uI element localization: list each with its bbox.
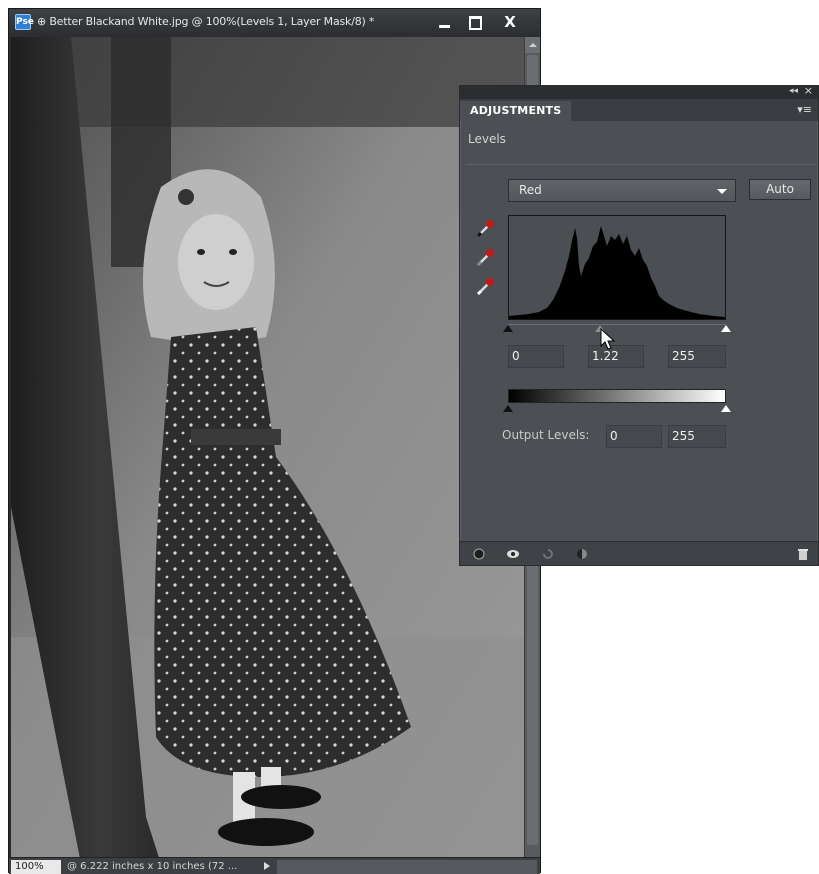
panel-tab-row: ADJUSTMENTS ▾≡ xyxy=(460,99,818,121)
histogram-graph xyxy=(509,226,725,319)
histogram xyxy=(508,215,726,320)
white-point-eyedropper-icon[interactable] xyxy=(474,274,498,298)
clip-to-layer-icon[interactable] xyxy=(472,547,486,561)
zoom-field[interactable]: 100% xyxy=(11,860,61,874)
scroll-up-arrow-icon[interactable] xyxy=(525,37,540,53)
maximize-button[interactable] xyxy=(464,13,486,31)
close-button[interactable]: X xyxy=(499,13,521,31)
slider-track xyxy=(508,324,726,325)
trash-icon[interactable] xyxy=(796,547,810,561)
tab-adjustments[interactable]: ADJUSTMENTS xyxy=(460,101,572,121)
input-black-handle[interactable] xyxy=(503,325,513,332)
adjustments-panel: ◂◂ × ADJUSTMENTS ▾≡ Levels Red Auto 0 1.… xyxy=(459,84,819,566)
document-dimensions: @ 6.222 inches x 10 inches (72 ... xyxy=(67,861,238,872)
minimize-button[interactable] xyxy=(434,13,456,31)
panel-menu-icon[interactable]: ▾≡ xyxy=(797,103,812,116)
collapse-icon[interactable]: ◂◂ xyxy=(789,86,798,96)
output-low-field[interactable]: 0 xyxy=(606,425,662,448)
input-white-field[interactable]: 255 xyxy=(668,345,726,368)
chevron-down-icon xyxy=(717,189,727,194)
output-levels-label: Output Levels: xyxy=(502,428,590,442)
reset-icon[interactable] xyxy=(541,547,555,561)
document-title: ⊕ Better Blackand White.jpg @ 100%(Level… xyxy=(37,15,375,28)
black-point-eyedropper-icon[interactable] xyxy=(474,216,498,240)
gray-point-eyedropper-icon[interactable] xyxy=(474,245,498,269)
girl-photo-image xyxy=(11,37,524,864)
input-gamma-field[interactable]: 1.22 xyxy=(588,345,644,368)
auto-button[interactable]: Auto xyxy=(749,179,811,200)
output-levels-slider[interactable] xyxy=(503,404,731,413)
mouse-cursor-icon xyxy=(600,328,616,350)
output-black-handle[interactable] xyxy=(503,405,513,412)
panel-close-icon[interactable]: × xyxy=(804,84,813,97)
channel-value: Red xyxy=(519,183,542,197)
output-gradient-bar xyxy=(508,389,726,403)
output-high-field[interactable]: 255 xyxy=(668,425,726,448)
panel-bottom-bar xyxy=(460,541,818,565)
input-levels-slider[interactable] xyxy=(503,322,731,332)
panel-top-strip[interactable]: ◂◂ × xyxy=(460,84,818,99)
window-titlebar[interactable]: Pse ⊕ Better Blackand White.jpg @ 100%(L… xyxy=(9,9,540,37)
app-icon: Pse xyxy=(15,14,34,30)
horizontal-scrollbar[interactable] xyxy=(277,860,537,874)
input-white-handle[interactable] xyxy=(721,325,731,332)
divider xyxy=(466,164,816,165)
eye-icon[interactable] xyxy=(506,547,520,561)
status-bar: 100% @ 6.222 inches x 10 inches (72 ... xyxy=(9,857,540,874)
previous-state-icon[interactable] xyxy=(575,547,589,561)
input-black-field[interactable]: 0 xyxy=(508,345,564,368)
levels-heading: Levels xyxy=(468,132,506,146)
photo-canvas[interactable] xyxy=(11,37,524,864)
channel-select[interactable]: Red xyxy=(508,179,736,202)
status-menu-arrow-icon[interactable] xyxy=(264,862,270,870)
output-white-handle[interactable] xyxy=(721,405,731,412)
